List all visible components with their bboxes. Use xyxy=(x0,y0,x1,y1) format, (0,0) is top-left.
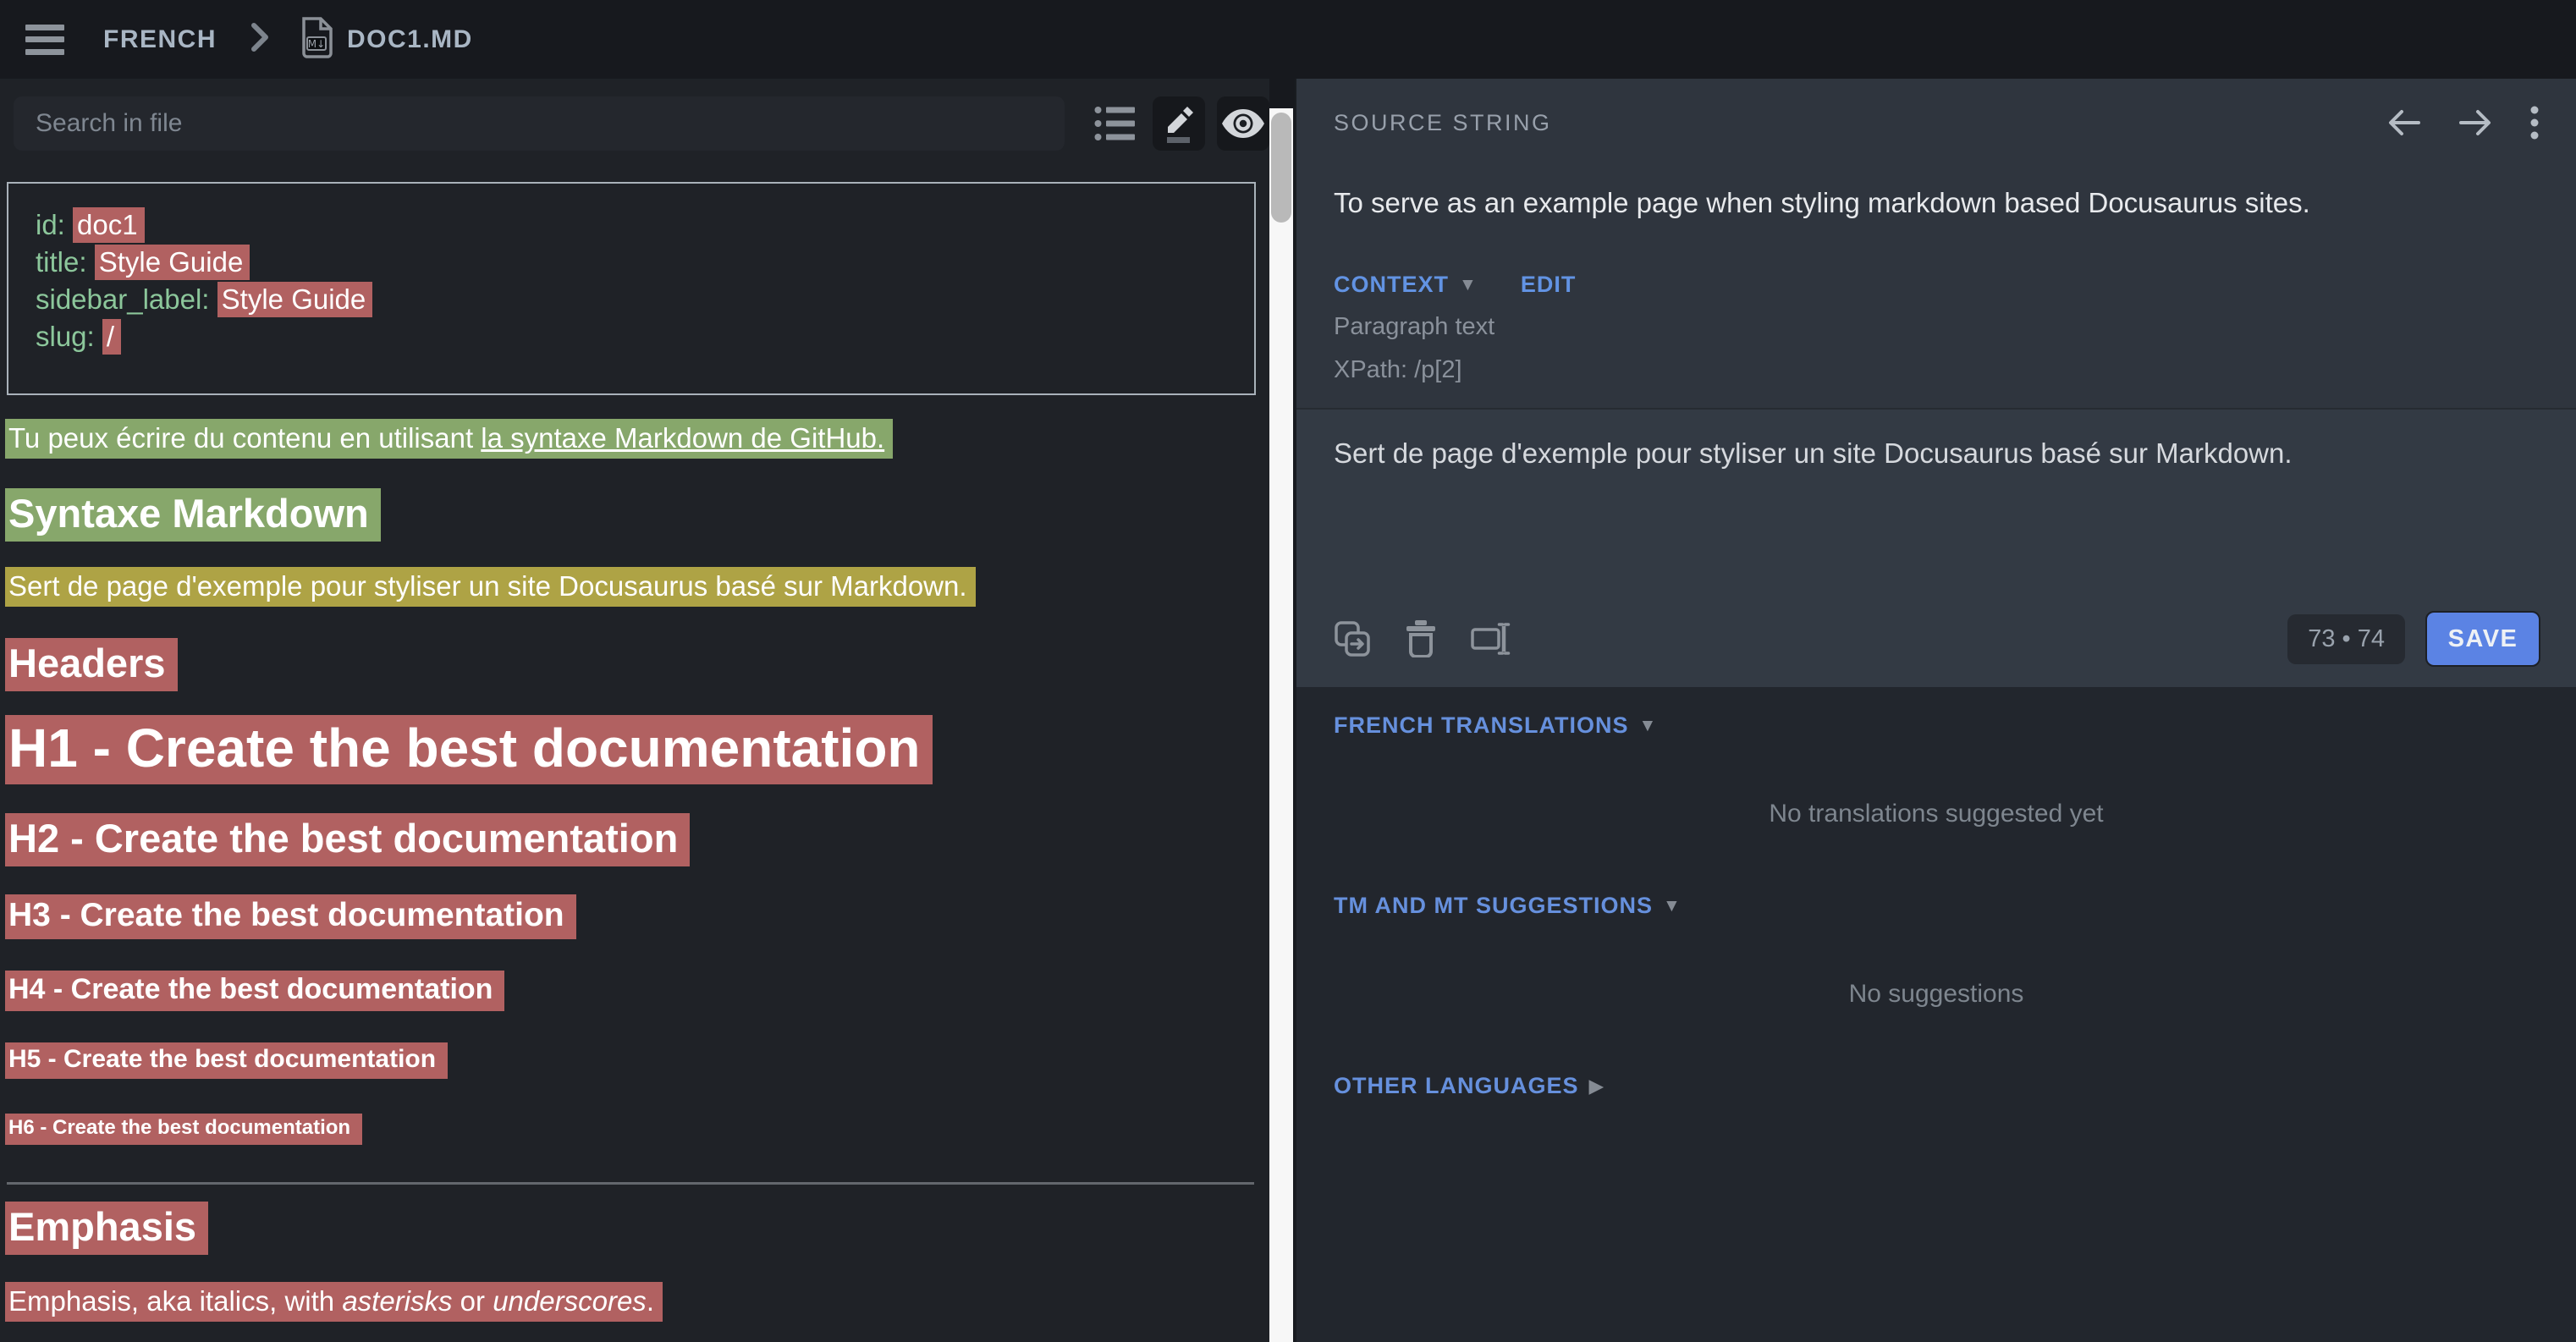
previous-string-icon[interactable] xyxy=(2388,107,2420,138)
string-frontmatter-sidebar-label[interactable]: Style Guide xyxy=(217,282,373,317)
chevron-right-icon: ▶ xyxy=(1589,1075,1605,1097)
section-other-languages[interactable]: OTHER LANGUAGES▶ xyxy=(1334,1073,2539,1099)
context-dropdown[interactable]: CONTEXT xyxy=(1334,272,1449,298)
delete-translation-icon[interactable] xyxy=(1405,620,1437,657)
frontmatter-row[interactable]: sidebar_label: Style Guide xyxy=(36,283,1237,315)
context-type: Paragraph text xyxy=(1334,313,2539,341)
more-options-icon[interactable] xyxy=(2530,106,2539,140)
chevron-right-icon xyxy=(250,23,269,56)
document-content: id: doc1 title: Style Guide sidebar_labe… xyxy=(0,182,1269,1342)
source-string-title: SOURCE STRING xyxy=(1334,110,1552,136)
chevron-down-icon: ▼ xyxy=(1459,275,1477,295)
copy-source-icon[interactable] xyxy=(1334,620,1371,657)
search-input[interactable] xyxy=(14,96,1065,151)
context-edit-button[interactable]: EDIT xyxy=(1521,272,1577,298)
rename-field-icon[interactable] xyxy=(1471,620,1511,657)
string-selected-paragraph[interactable]: Sert de page d'exemple pour styliser un … xyxy=(5,570,1269,602)
string-h1-example[interactable]: H1 - Create the best documentation xyxy=(5,717,1269,779)
suggestions-area: FRENCH TRANSLATIONS▼ No translations sug… xyxy=(1296,687,2576,1099)
string-list-icon[interactable] xyxy=(1090,98,1141,149)
tm-empty-state: No suggestions xyxy=(1334,980,2539,1009)
string-h6-example[interactable]: H6 - Create the best documentation xyxy=(5,1116,1269,1140)
breadcrumb-file[interactable]: DOC1.MD xyxy=(347,25,473,54)
string-h4-example[interactable]: H4 - Create the best documentation xyxy=(5,973,1269,1006)
search-row xyxy=(0,79,1269,157)
translation-sidebar: SOURCE STRING To serve as an example pag… xyxy=(1295,79,2576,1342)
string-frontmatter-slug[interactable]: / xyxy=(102,319,121,355)
chevron-down-icon: ▼ xyxy=(1663,896,1682,916)
next-string-icon[interactable] xyxy=(2459,107,2491,138)
svg-text:M↓: M↓ xyxy=(308,38,325,50)
string-heading-emphasis[interactable]: Emphasis xyxy=(5,1203,1269,1250)
frontmatter-row[interactable]: id: doc1 xyxy=(36,209,1237,240)
translation-input[interactable]: Sert de page d'exemple pour styliser un … xyxy=(1334,435,2539,472)
string-emphasis-italic[interactable]: Emphasis, aka italics, with asterisks or… xyxy=(5,1285,1269,1317)
string-h3-example[interactable]: H3 - Create the best documentation xyxy=(5,897,1269,934)
document-panel: id: doc1 title: Style Guide sidebar_labe… xyxy=(0,79,1269,1342)
github-markdown-link[interactable]: la syntaxe Markdown de GitHub. xyxy=(481,422,884,454)
edit-mode-icon[interactable] xyxy=(1153,96,1205,151)
context-xpath: XPath: /p[2] xyxy=(1334,356,2539,384)
scrollbar-thumb[interactable] xyxy=(1271,113,1291,223)
frontmatter-box: id: doc1 title: Style Guide sidebar_labe… xyxy=(7,182,1256,395)
string-frontmatter-id[interactable]: doc1 xyxy=(73,207,145,243)
translations-empty-state: No translations suggested yet xyxy=(1334,800,2539,828)
section-french-translations[interactable]: FRENCH TRANSLATIONS▼ xyxy=(1334,712,2539,739)
preview-eye-icon[interactable] xyxy=(1217,96,1269,151)
source-string-section: SOURCE STRING To serve as an example pag… xyxy=(1296,79,2576,408)
frontmatter-row[interactable]: slug: / xyxy=(36,321,1237,352)
string-heading-headers[interactable]: Headers xyxy=(5,640,1269,686)
chevron-down-icon: ▼ xyxy=(1638,716,1657,736)
top-bar: FRENCH M↓ DOC1.MD xyxy=(0,0,2576,79)
document-scrollbar[interactable] xyxy=(1269,108,1293,1342)
char-counter: 73 • 74 xyxy=(2287,614,2405,664)
string-h5-example[interactable]: H5 - Create the best documentation xyxy=(5,1045,1269,1074)
menu-icon[interactable] xyxy=(25,25,64,55)
translation-toolbar: 73 • 74 SAVE xyxy=(1334,613,2539,665)
save-button[interactable]: SAVE xyxy=(2427,613,2539,665)
markdown-file-icon: M↓ xyxy=(300,16,333,63)
string-frontmatter-title[interactable]: Style Guide xyxy=(95,245,250,280)
breadcrumb-project[interactable]: FRENCH xyxy=(103,25,217,54)
section-tm-mt-suggestions[interactable]: TM AND MT SUGGESTIONS▼ xyxy=(1334,893,2539,919)
string-h2-example[interactable]: H2 - Create the best documentation xyxy=(5,815,1269,861)
app-window: FRENCH M↓ DOC1.MD xyxy=(0,0,2576,1342)
source-string-text: To serve as an example page when styling… xyxy=(1334,187,2539,219)
string-heading-syntax[interactable]: Syntaxe Markdown xyxy=(5,490,1269,536)
horizontal-rule xyxy=(7,1182,1254,1185)
string-intro-paragraph[interactable]: Tu peux écrire du contenu en utilisant l… xyxy=(5,422,1269,454)
translation-editor: Sert de page d'exemple pour styliser un … xyxy=(1296,408,2576,687)
frontmatter-row[interactable]: title: Style Guide xyxy=(36,246,1237,278)
